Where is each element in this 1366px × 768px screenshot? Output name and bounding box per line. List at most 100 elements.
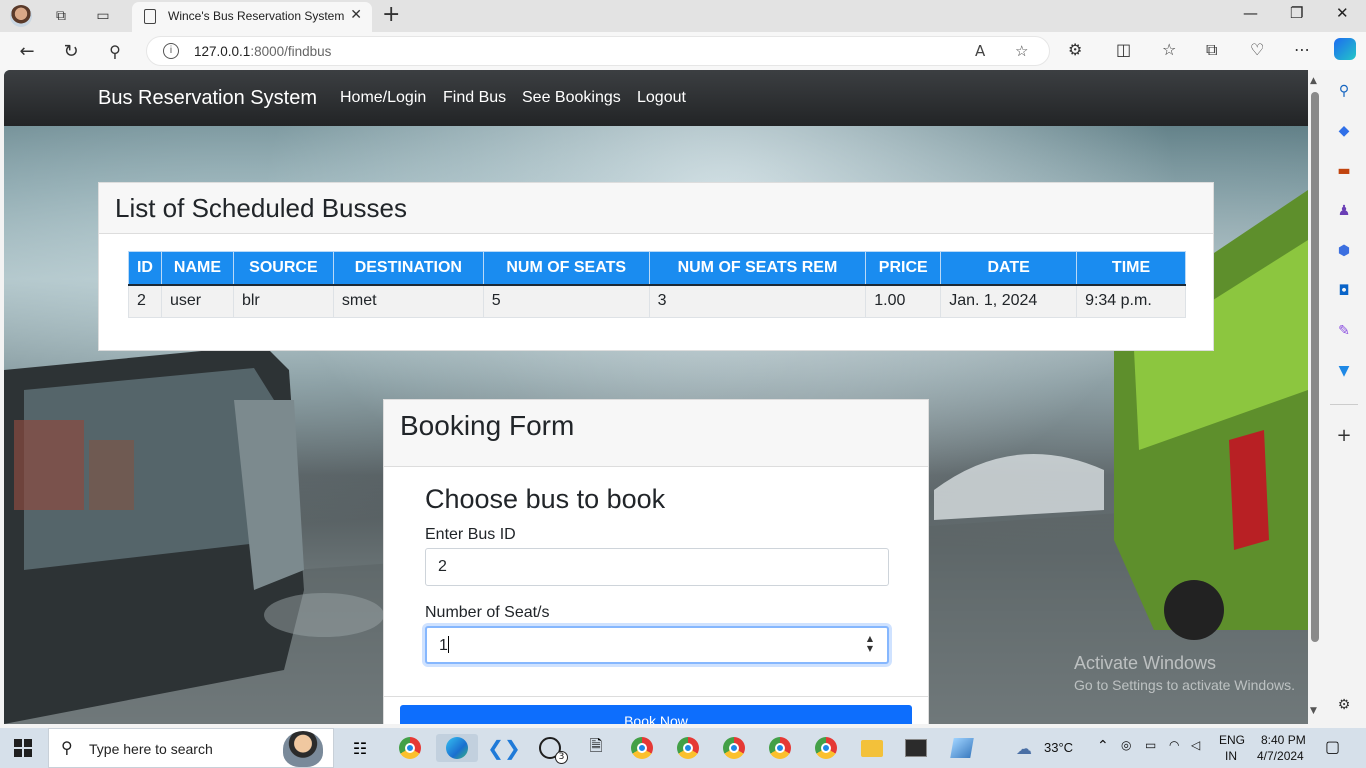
back-button[interactable]: ← xyxy=(14,38,40,64)
volume-icon[interactable]: ◁ xyxy=(1191,738,1200,752)
favorites-icon[interactable]: ☆ xyxy=(1162,40,1176,59)
input-language[interactable]: ENG xyxy=(1219,733,1245,747)
start-windows-icon[interactable] xyxy=(14,739,32,757)
sidebar-m365-icon[interactable]: ⬢ xyxy=(1335,242,1353,260)
close-tab-icon[interactable]: ✕ xyxy=(350,7,362,23)
sidebar-settings-icon[interactable]: ⚙ xyxy=(1335,696,1353,714)
profile-avatar-icon[interactable] xyxy=(8,4,34,28)
cell-num-seats: 5 xyxy=(482,284,650,318)
booking-form-subtitle: Choose bus to book xyxy=(425,484,666,514)
taskbar-chrome-profile-icon[interactable] xyxy=(766,734,794,762)
taskbar-chrome-profile-icon[interactable] xyxy=(720,734,748,762)
taskbar-whatsapp-icon[interactable]: 3 xyxy=(536,734,568,764)
taskbar-chrome-profile-icon[interactable] xyxy=(674,734,702,762)
site-navbar: Bus Reservation System Home/Login Find B… xyxy=(4,70,1308,126)
page-scrollbar[interactable]: ▲ ▼ xyxy=(1308,70,1322,724)
copilot-icon[interactable] xyxy=(1334,38,1356,60)
browser-essentials-icon[interactable]: ♡ xyxy=(1250,40,1264,59)
col-header-destination: DESTINATION xyxy=(332,251,484,286)
scrollbar-thumb[interactable] xyxy=(1311,92,1319,642)
text-caret xyxy=(447,636,449,653)
page-viewport: Bus Reservation System Home/Login Find B… xyxy=(4,70,1308,724)
seats-number-input[interactable]: 1 ▲ ▼ xyxy=(425,626,889,664)
browser-tab-active[interactable]: Wince's Bus Reservation System ✕ xyxy=(132,2,372,32)
tab-actions-icon[interactable]: ▭ xyxy=(90,4,116,28)
new-tab-button[interactable]: + xyxy=(382,2,400,27)
taskbar-search-placeholder: Type here to search xyxy=(89,741,213,757)
read-aloud-icon[interactable]: A xyxy=(975,42,985,60)
tab-title: Wince's Bus Reservation System xyxy=(168,9,345,23)
collections-icon[interactable]: ⧉ xyxy=(1206,40,1217,60)
clock-time[interactable]: 8:40 PM xyxy=(1261,733,1306,747)
address-toolbar: ← ↻ ⚲ i 127.0.0.1:8000/findbus A ☆ ⚙ ◫ ☆… xyxy=(0,32,1366,70)
sidebar-outlook-icon[interactable]: ◘ xyxy=(1335,282,1353,300)
split-screen-icon[interactable]: ◫ xyxy=(1116,40,1131,59)
favorite-star-icon[interactable]: ☆ xyxy=(1015,42,1028,60)
col-header-price: PRICE xyxy=(865,251,942,286)
taskbar-document-icon[interactable]: 🗎 xyxy=(582,734,610,762)
sidebar-add-icon[interactable]: + xyxy=(1335,425,1353,446)
weather-temperature[interactable]: 33°C xyxy=(1044,740,1073,755)
taskbar-chrome-icon[interactable] xyxy=(396,734,424,762)
workspaces-icon[interactable]: ⧉ xyxy=(48,4,74,28)
taskbar-terminal-icon[interactable] xyxy=(902,734,930,762)
taskbar-chrome-profile-icon[interactable] xyxy=(812,734,840,762)
col-header-source: SOURCE xyxy=(232,251,334,286)
cell-source: blr xyxy=(232,284,334,318)
extensions-icon[interactable]: ⚙ xyxy=(1068,40,1082,59)
navbar-brand[interactable]: Bus Reservation System xyxy=(98,87,317,110)
wifi-icon[interactable]: ◠ xyxy=(1169,738,1179,752)
scroll-up-icon[interactable]: ▲ xyxy=(1310,76,1317,86)
sidebar-drop-icon[interactable]: ▼ xyxy=(1335,362,1353,380)
seats-label: Number of Seat/s xyxy=(425,604,550,621)
battery-icon[interactable]: ▭ xyxy=(1145,738,1156,752)
taskbar-app-icon[interactable] xyxy=(948,734,976,762)
nav-link-find-bus[interactable]: Find Bus xyxy=(443,89,506,107)
url-field[interactable]: i 127.0.0.1:8000/findbus A ☆ xyxy=(146,36,1050,66)
sidebar-designer-icon[interactable]: ✎ xyxy=(1335,322,1353,340)
number-spinner-icon[interactable]: ▲ ▼ xyxy=(867,634,873,654)
taskbar-edge-icon[interactable] xyxy=(436,734,478,762)
minimize-button[interactable]: — xyxy=(1243,4,1258,22)
search-icon[interactable]: ⚲ xyxy=(102,38,128,64)
book-now-button[interactable]: Book Now xyxy=(400,705,912,724)
more-menu-icon[interactable]: ⋯ xyxy=(1294,40,1310,59)
weather-icon[interactable]: ☁ xyxy=(1010,734,1038,762)
sidebar-tools-icon[interactable]: ▬ xyxy=(1335,162,1353,180)
scroll-down-icon[interactable]: ▼ xyxy=(1310,706,1317,716)
col-header-name: NAME xyxy=(160,251,234,286)
bus-list-card: List of Scheduled Busses ID NAME SOURCE … xyxy=(98,182,1214,351)
search-highlight-image xyxy=(283,731,323,767)
sidebar-tag-icon[interactable]: ◆ xyxy=(1335,122,1353,140)
task-view-icon[interactable]: ☷ xyxy=(346,734,374,762)
sidebar-search-icon[interactable]: ⚲ xyxy=(1335,82,1353,100)
bus-id-label: Enter Bus ID xyxy=(425,526,516,543)
taskbar-vscode-icon[interactable]: ❮❯ xyxy=(487,734,521,762)
booking-form-title: Booking Form xyxy=(384,400,928,467)
input-region[interactable]: IN xyxy=(1225,749,1237,763)
bus-id-input[interactable]: 2 xyxy=(425,548,889,586)
page-favicon-icon xyxy=(144,9,156,24)
bus-table: ID NAME SOURCE DESTINATION NUM OF SEATS … xyxy=(128,251,1186,318)
nav-link-home-login[interactable]: Home/Login xyxy=(340,89,426,107)
cell-id: 2 xyxy=(128,284,162,318)
nav-link-logout[interactable]: Logout xyxy=(637,89,686,107)
clock-date[interactable]: 4/7/2024 xyxy=(1257,749,1304,763)
taskbar-search-box[interactable]: ⚲ Type here to search xyxy=(48,728,334,768)
nav-link-see-bookings[interactable]: See Bookings xyxy=(522,89,621,107)
taskbar-chrome-profile-icon[interactable] xyxy=(628,734,656,762)
taskbar-file-explorer-icon[interactable] xyxy=(858,734,886,762)
sidebar-games-icon[interactable]: ♟ xyxy=(1335,202,1353,220)
url-text: 127.0.0.1:8000/findbus xyxy=(194,44,332,59)
reload-button[interactable]: ↻ xyxy=(58,38,84,64)
sidebar-divider xyxy=(1330,404,1358,405)
tray-overflow-icon[interactable]: ⌃ xyxy=(1097,738,1109,754)
tray-meet-icon[interactable]: ◎ xyxy=(1121,738,1131,752)
activate-windows-watermark: Activate Windows xyxy=(1074,653,1217,673)
browser-tab-bar: ⧉ ▭ Wince's Bus Reservation System ✕ + —… xyxy=(0,0,1366,32)
cell-time: 9:34 p.m. xyxy=(1076,284,1186,318)
site-info-icon[interactable]: i xyxy=(163,43,179,59)
notifications-icon[interactable]: ▢ xyxy=(1325,737,1340,756)
close-window-button[interactable]: ✕ xyxy=(1336,4,1349,22)
restore-button[interactable]: ❐ xyxy=(1290,4,1303,22)
